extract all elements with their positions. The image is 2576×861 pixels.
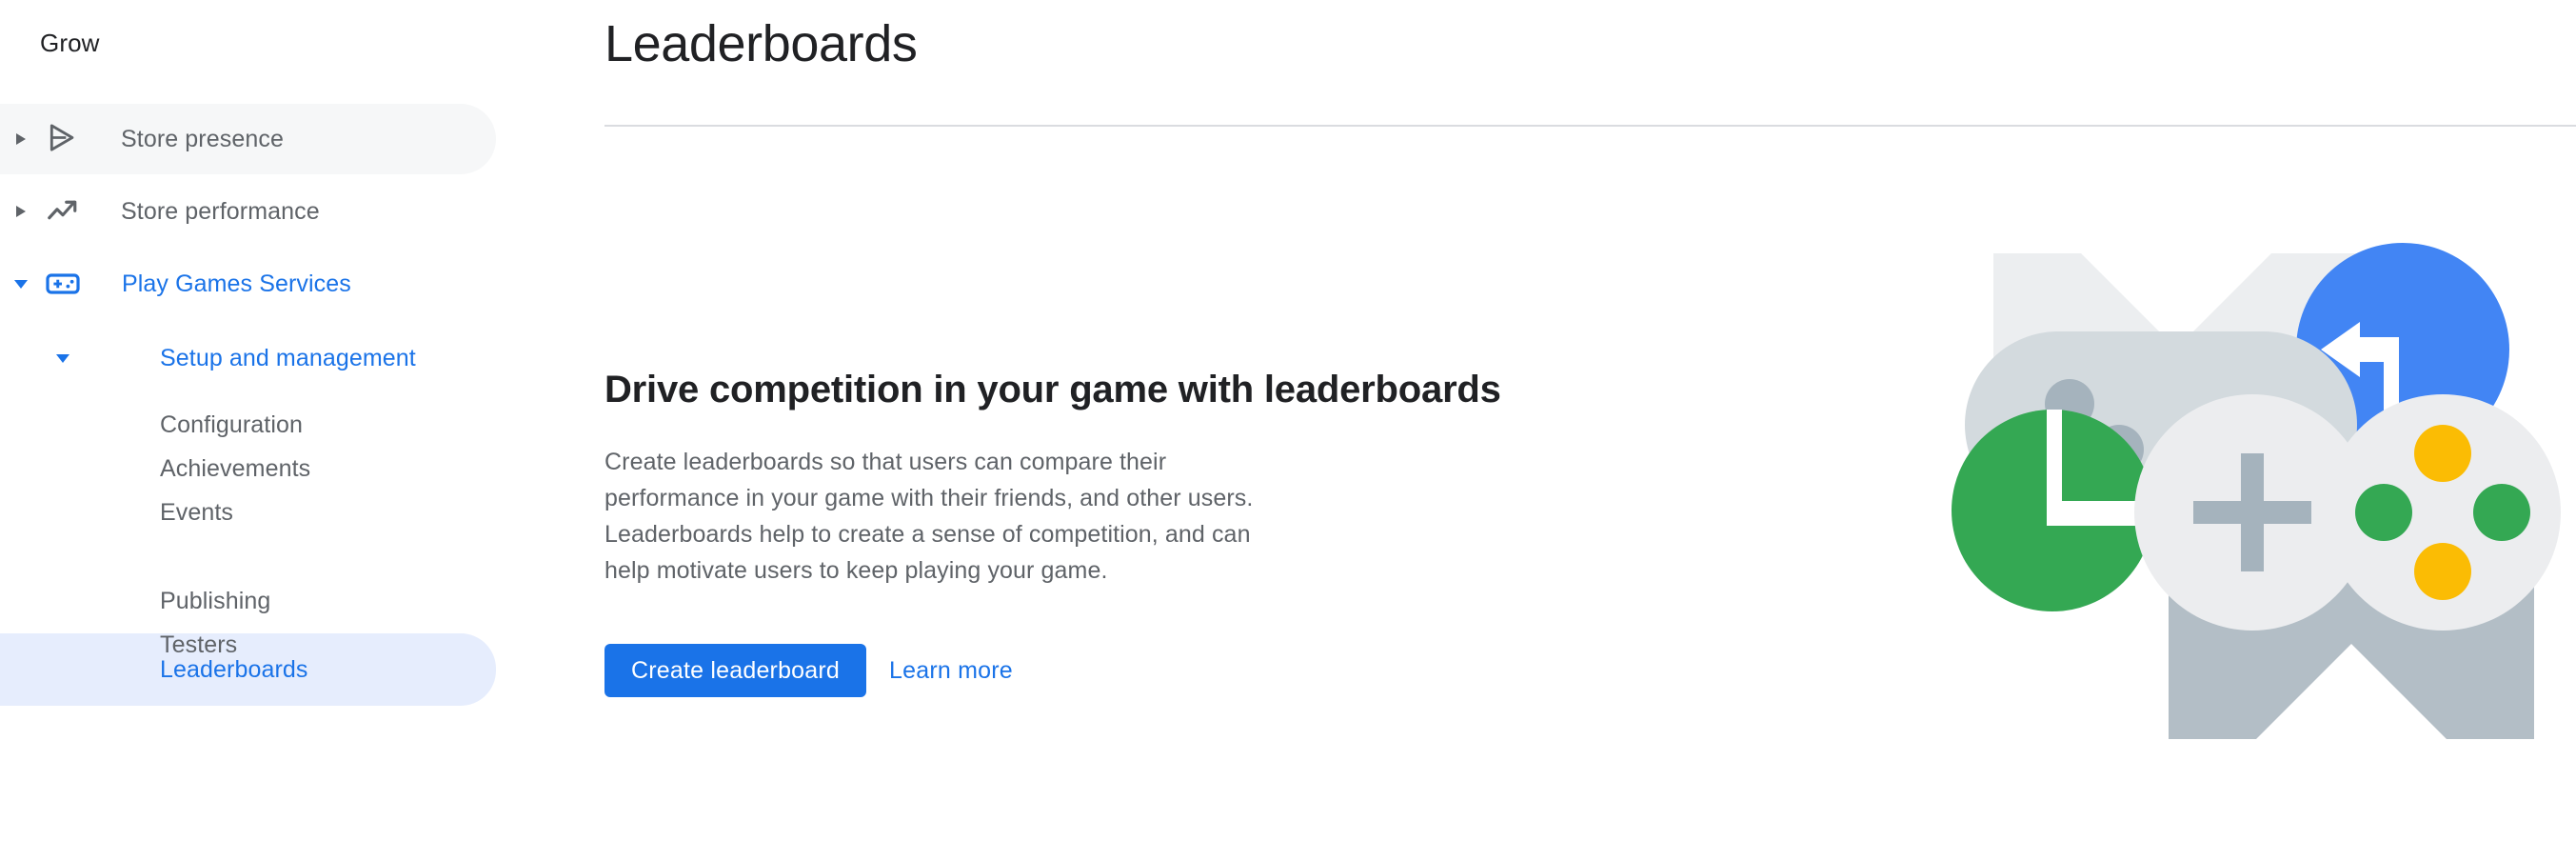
sidebar-item-label: Play Games Services — [122, 270, 351, 297]
promo-heading: Drive competition in your game with lead… — [604, 369, 1501, 410]
cta-row: Create leaderboard Learn more — [604, 644, 1013, 697]
sidebar-item-store-presence[interactable]: Store presence — [0, 104, 496, 174]
create-leaderboard-button[interactable]: Create leaderboard — [604, 644, 867, 697]
sidebar-item-setup-and-management[interactable]: Setup and management — [0, 323, 496, 393]
illustration-svg — [1952, 243, 2561, 739]
main-content: Leaderboards Drive competition in your g… — [571, 0, 2576, 861]
sidebar-item-store-performance[interactable]: Store performance — [0, 176, 496, 247]
learn-more-link[interactable]: Learn more — [889, 657, 1013, 685]
promo-body: Create leaderboards so that users can co… — [604, 449, 1254, 584]
sidebar-item-label: Store performance — [121, 198, 320, 225]
trending-up-icon — [46, 194, 80, 229]
chevron-down-icon[interactable] — [8, 270, 34, 297]
sidebar-item-play-games-services[interactable]: Play Games Services — [0, 249, 496, 319]
page-title: Leaderboards — [604, 15, 918, 72]
sidebar-navigation: Grow Store presence Store performance Pl… — [0, 0, 571, 861]
chevron-right-icon[interactable] — [8, 198, 34, 225]
sidebar-item-events[interactable]: Events — [0, 477, 496, 548]
chevron-right-icon[interactable] — [8, 126, 34, 152]
sidebar-section-title: Grow — [40, 29, 100, 57]
leaderboards-gamepads-illustration — [1948, 145, 2576, 831]
play-store-icon — [46, 122, 80, 156]
sidebar-item-label: Store presence — [121, 126, 284, 152]
chevron-down-icon[interactable] — [50, 345, 76, 371]
sidebar-item-label: Events — [160, 499, 234, 526]
sidebar-item-testers[interactable]: Testers — [0, 610, 496, 680]
leaderboards-page: Grow Store presence Store performance Pl… — [0, 0, 2576, 861]
title-divider — [604, 125, 2576, 127]
sidebar-item-label: Setup and management — [160, 345, 416, 371]
gamepad-white-dpad — [2325, 394, 2561, 631]
sidebar-item-label: Testers — [160, 631, 238, 658]
gamepad-icon — [46, 267, 80, 301]
